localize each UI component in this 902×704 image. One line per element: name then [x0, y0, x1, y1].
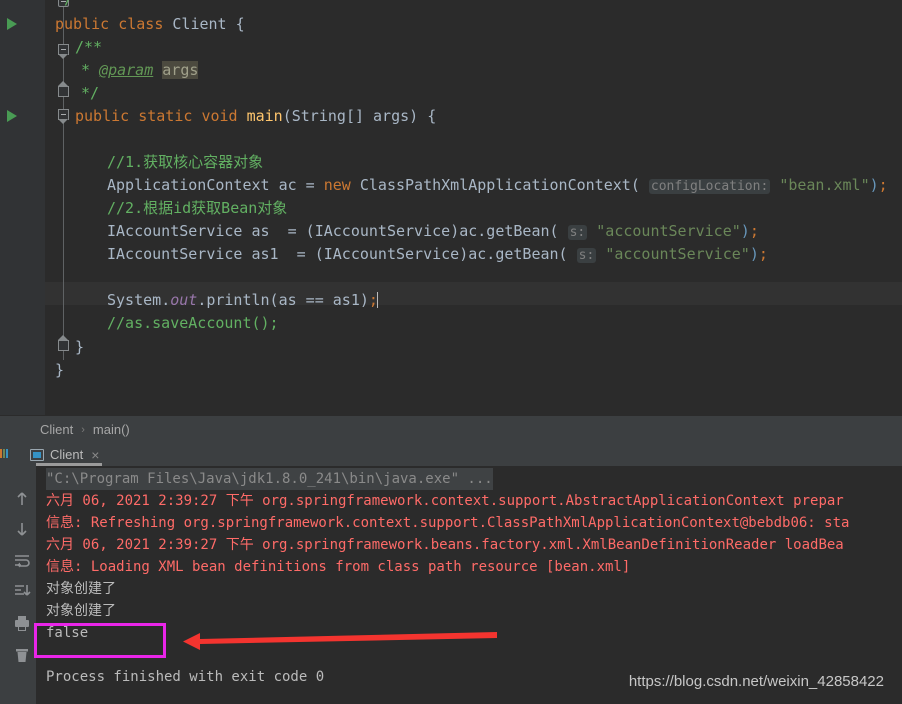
tool-window-edge-icon: [0, 448, 12, 460]
run-tab-label: Client: [50, 447, 84, 462]
code-line-method-close: }: [75, 338, 85, 356]
console-toolbar[interactable]: [8, 467, 36, 704]
string-account-service-1: "accountService": [596, 222, 741, 240]
breadcrumb-method[interactable]: main(): [93, 422, 130, 437]
code-line-comment-2: //2.根据id获取Bean对象: [107, 199, 288, 217]
code-folding-rail[interactable]: [28, 0, 69, 415]
trash-icon[interactable]: [12, 645, 32, 665]
code-editor[interactable]: */ public class Client { /** * @param ar…: [0, 0, 902, 415]
run-method-gutter-icon[interactable]: [7, 110, 17, 122]
code-line-println: System.out.println(as == as1);: [107, 291, 378, 309]
console-line: 六月 06, 2021 2:39:27 下午 org.springframewo…: [46, 493, 844, 509]
param-hint-s-2: s:: [576, 248, 597, 263]
console-line: Process finished with exit code 0: [46, 669, 325, 685]
highlight-box-false: [34, 623, 166, 658]
scroll-to-end-icon[interactable]: [12, 581, 32, 601]
code-line-get-bean-as: IAccountService as = (IAccountService)ac…: [107, 222, 759, 240]
param-hint-s-1: s:: [567, 225, 588, 240]
code-line-get-bean-as1: IAccountService as1 = (IAccountService)a…: [107, 245, 768, 263]
editor-gutter[interactable]: [0, 0, 28, 415]
breadcrumb[interactable]: Client › main(): [0, 415, 902, 443]
string-bean-xml: "bean.xml": [779, 176, 870, 194]
console-line: 六月 06, 2021 2:39:27 下午 org.springframewo…: [46, 537, 844, 553]
run-tab-bar: Client ×: [0, 443, 902, 466]
console-line: 信息: Refreshing org.springframework.conte…: [46, 515, 850, 531]
code-text-layer[interactable]: */ public class Client { /** * @param ar…: [45, 0, 902, 415]
arrow-down-icon[interactable]: [12, 519, 32, 539]
print-icon[interactable]: [12, 613, 32, 633]
console-line: "C:\Program Files\Java\jdk1.8.0_241\bin\…: [46, 468, 493, 490]
code-line-app-context: ApplicationContext ac = new ClassPathXml…: [107, 176, 888, 194]
idea-window: */ public class Client { /** * @param ar…: [0, 0, 902, 704]
console-line: 对象创建了: [46, 603, 116, 619]
console-line: 信息: Loading XML bean definitions from cl…: [46, 559, 631, 575]
code-line-comment-save: //as.saveAccount();: [107, 314, 279, 332]
breadcrumb-class[interactable]: Client: [40, 422, 73, 437]
soft-wrap-icon[interactable]: [12, 551, 32, 571]
string-account-service-2: "accountService": [605, 245, 750, 263]
param-hint-config-location: configLocation:: [648, 179, 771, 194]
code-line-doc-end-top: */: [55, 0, 73, 11]
watermark-url: https://blog.csdn.net/weixin_42858422: [628, 673, 884, 690]
code-line-javadoc-param: * @param args: [81, 61, 199, 79]
close-icon[interactable]: ×: [91, 447, 99, 463]
code-line-javadoc-end: */: [81, 84, 100, 102]
console-line: 对象创建了: [46, 581, 116, 597]
code-line-javadoc-start: /**: [75, 38, 103, 56]
code-line-comment-1: //1.获取核心容器对象: [107, 153, 264, 171]
code-line-main-signature: public static void main(String[] args) {: [75, 107, 437, 125]
code-line-class-decl: public class Client {: [55, 15, 245, 33]
console-icon: [30, 448, 44, 461]
console-output[interactable]: "C:\Program Files\Java\jdk1.8.0_241\bin\…: [36, 466, 902, 704]
arrow-up-icon[interactable]: [12, 489, 32, 509]
code-line-class-close: }: [55, 361, 65, 379]
run-class-gutter-icon[interactable]: [7, 18, 17, 30]
breadcrumb-separator-icon: ›: [81, 423, 85, 436]
run-tool-window: Client × "C:\Program Files\Java\jdk1.8.0…: [0, 443, 902, 704]
text-caret: [376, 292, 378, 308]
